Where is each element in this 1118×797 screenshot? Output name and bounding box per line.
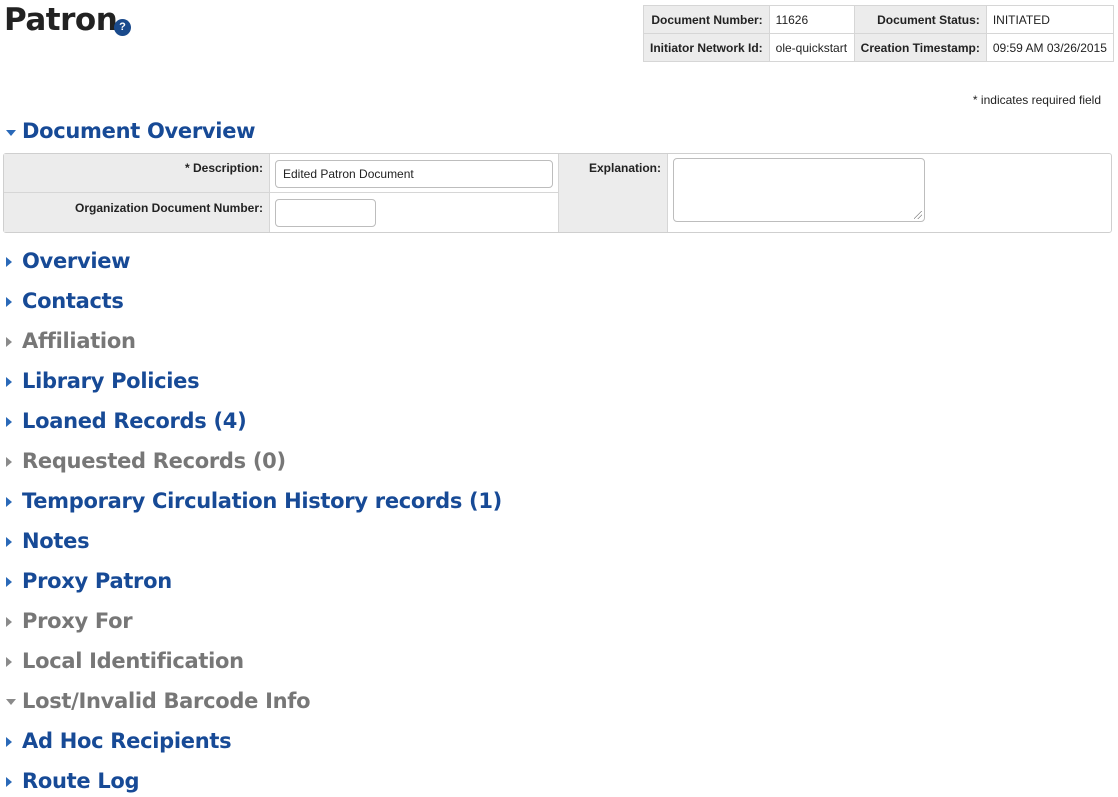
- explanation-textarea[interactable]: [673, 158, 925, 222]
- section-route-log[interactable]: Route Log: [22, 769, 140, 793]
- expand-triangle-icon[interactable]: [6, 737, 12, 747]
- section-local-identification[interactable]: Local Identification: [22, 649, 244, 673]
- section-notes[interactable]: Notes: [22, 529, 90, 553]
- section-ad-hoc-recipients[interactable]: Ad Hoc Recipients: [22, 729, 232, 753]
- collapse-triangle-icon[interactable]: [6, 699, 16, 705]
- expand-triangle-icon[interactable]: [6, 497, 12, 507]
- expand-triangle-icon[interactable]: [6, 617, 12, 627]
- collapse-triangle-icon[interactable]: [6, 130, 16, 136]
- section-temporary-circulation-history-records-1[interactable]: Temporary Circulation History records (1…: [22, 489, 502, 513]
- document-number-label: Document Number:: [643, 5, 770, 34]
- expand-triangle-icon[interactable]: [6, 657, 12, 667]
- section-document-overview[interactable]: Document Overview: [22, 119, 256, 143]
- expand-triangle-icon[interactable]: [6, 297, 12, 307]
- description-label: * Description:: [4, 154, 270, 193]
- section-loaned-records-4[interactable]: Loaned Records (4): [22, 409, 247, 433]
- creation-timestamp-label: Creation Timestamp:: [853, 33, 987, 62]
- page-title: Patron: [4, 2, 118, 38]
- document-header-table: Document Number: 11626 Document Status: …: [643, 5, 1114, 62]
- section-affiliation[interactable]: Affiliation: [22, 329, 136, 353]
- expand-triangle-icon[interactable]: [6, 777, 12, 787]
- section-proxy-for[interactable]: Proxy For: [22, 609, 133, 633]
- expand-triangle-icon[interactable]: [6, 537, 12, 547]
- help-icon[interactable]: ?: [114, 19, 131, 36]
- expand-triangle-icon[interactable]: [6, 377, 12, 387]
- expand-triangle-icon[interactable]: [6, 417, 12, 427]
- expand-triangle-icon[interactable]: [6, 257, 12, 267]
- document-status-label: Document Status:: [853, 5, 987, 34]
- initiator-value: ole-quickstart: [768, 33, 855, 62]
- document-overview-panel: * Description: Organization Document Num…: [3, 153, 1112, 233]
- expand-triangle-icon[interactable]: [6, 337, 12, 347]
- section-lost-invalid-barcode-info[interactable]: Lost/Invalid Barcode Info: [22, 689, 311, 713]
- section-library-policies[interactable]: Library Policies: [22, 369, 200, 393]
- org-doc-number-input[interactable]: [275, 199, 376, 227]
- section-requested-records-0[interactable]: Requested Records (0): [22, 449, 286, 473]
- resize-grip-icon[interactable]: [914, 211, 922, 219]
- section-proxy-patron[interactable]: Proxy Patron: [22, 569, 172, 593]
- expand-triangle-icon[interactable]: [6, 457, 12, 467]
- org-doc-number-label: Organization Document Number:: [4, 193, 270, 232]
- required-field-note: * indicates required field: [972, 93, 1101, 107]
- expand-triangle-icon[interactable]: [6, 577, 12, 587]
- creation-timestamp-value: 09:59 AM 03/26/2015: [985, 33, 1114, 62]
- description-input[interactable]: Edited Patron Document: [275, 160, 553, 188]
- explanation-label: Explanation:: [559, 154, 668, 232]
- document-status-value: INITIATED: [985, 5, 1114, 34]
- section-overview[interactable]: Overview: [22, 249, 131, 273]
- initiator-label: Initiator Network Id:: [643, 33, 770, 62]
- section-contacts[interactable]: Contacts: [22, 289, 124, 313]
- document-number-value: 11626: [768, 5, 855, 34]
